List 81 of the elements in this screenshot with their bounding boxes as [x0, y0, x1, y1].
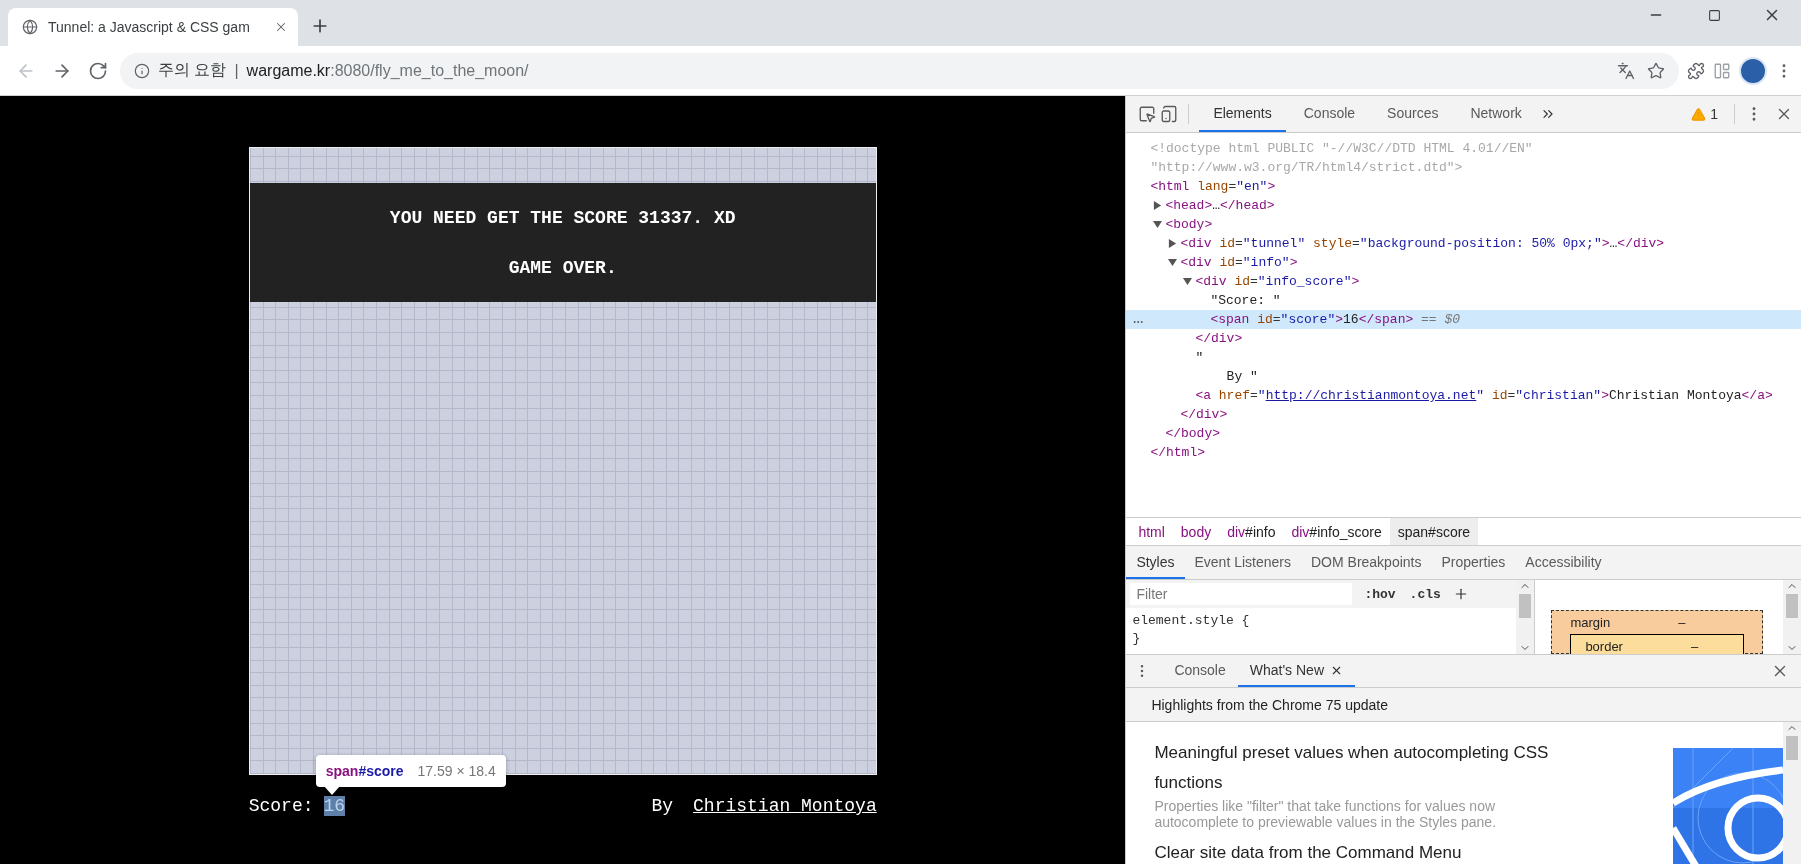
box-value: – [1678, 615, 1686, 630]
filter-field[interactable]: Filter [1130, 583, 1353, 605]
style-rule: element.style { [1132, 612, 1251, 630]
url-link[interactable]: http://christianmontoya.net [1265, 388, 1477, 403]
drawer-tab[interactable]: Console [1162, 655, 1238, 687]
code-text: <div id="tunnel" style="background-position: 50% 0px;">…</div> [1180, 236, 1665, 251]
scrollbar[interactable] [1516, 580, 1535, 654]
security-warning[interactable]: 주의 요함 [158, 60, 227, 81]
article-title[interactable]: Clear site data from the Command Menu [1154, 838, 1575, 864]
code-text: <a href=" [1195, 388, 1266, 403]
article-description: Properties like "filter" that take functions for values now autocomplete to previewable values in the Styles pane. [1154, 798, 1498, 830]
game-message: YOU NEED GET THE SCORE 31337. XD [389, 207, 736, 228]
code-text: <html lang="en"> [1150, 179, 1276, 194]
code-text: <body> [1165, 217, 1213, 232]
whats-new-heading: Highlights from the Chrome 75 update [1126, 688, 1801, 722]
maximize-icon[interactable] [1707, 8, 1721, 22]
styles-tab[interactable]: DOM Breakpoints [1301, 546, 1432, 579]
style-rule: } [1132, 630, 1142, 648]
triangle-icon[interactable] [1153, 220, 1163, 229]
scrollbar[interactable] [1783, 722, 1801, 864]
score-label: Score: [248, 796, 314, 816]
breadcrumb[interactable]: div#info [1219, 518, 1284, 545]
code-text: </body> [1165, 426, 1220, 441]
breadcrumb[interactable]: html [1130, 518, 1173, 545]
game-message: GAME OVER. [508, 257, 617, 278]
devtools-tab[interactable]: Sources [1373, 96, 1453, 132]
author-link[interactable]: Christian Montoya [693, 796, 877, 816]
triangle-icon[interactable] [1153, 201, 1163, 210]
browser-tab[interactable]: Tunnel: a Javascript & CSS gam [8, 8, 298, 46]
globe-icon [22, 19, 38, 35]
score-value: 16 [323, 796, 346, 816]
devtools-tab[interactable]: Console [1289, 96, 1370, 132]
device-icon[interactable] [1160, 105, 1179, 123]
code-text: </div> [1195, 331, 1243, 346]
url-text: wargame.kr:8080/fly_me_to_the_moon/ [246, 61, 529, 80]
puzzle-icon[interactable] [1687, 61, 1705, 80]
box-value: – [1690, 639, 1699, 654]
bookmark-star-icon[interactable] [1647, 61, 1665, 80]
box-label: margin [1570, 615, 1611, 630]
code-text: By " [1225, 369, 1258, 384]
tooltip-arrow-icon [323, 786, 340, 795]
warnings-button[interactable]: 1 [1685, 105, 1724, 123]
code-text: <div id="info_score"> [1195, 274, 1360, 289]
code-text: "Score: " [1210, 293, 1281, 308]
devtools-tab[interactable]: Elements [1199, 96, 1286, 132]
box-label: border [1585, 639, 1623, 654]
tab-title: Tunnel: a Javascript & CSS gam [48, 19, 251, 35]
profile-avatar[interactable] [1739, 56, 1767, 85]
styles-tab[interactable]: Event Listeners [1184, 546, 1301, 579]
breadcrumb[interactable]: body [1172, 518, 1220, 545]
code-text: </html> [1150, 445, 1205, 460]
styles-tab[interactable]: Accessibility [1515, 546, 1612, 579]
code-text: <div id="info"> [1180, 255, 1298, 270]
article-title[interactable]: Meaningful preset values when autocompleting CSS functions [1154, 738, 1575, 798]
translate-icon[interactable] [1617, 61, 1635, 80]
address-bar[interactable]: 주의 요함 | wargame.kr:8080/fly_me_to_the_moon/ [120, 52, 1679, 89]
style-toggle-button[interactable]: :hov [1362, 584, 1398, 604]
devtools-tab[interactable]: Network [1456, 96, 1536, 132]
code-text: " [1195, 350, 1204, 365]
byline-text: By [651, 796, 674, 816]
code-text: " id="christian">Christian Montoya</a> [1476, 388, 1773, 403]
scroll-thumb[interactable] [1786, 736, 1798, 760]
triangle-icon[interactable] [1168, 239, 1178, 248]
separator: | [234, 61, 239, 80]
code-text: </div> [1180, 407, 1228, 422]
inspect-icon[interactable] [1138, 105, 1157, 123]
triangle-icon[interactable] [1168, 258, 1178, 267]
triangle-icon[interactable] [1183, 277, 1193, 286]
scroll-thumb[interactable] [1786, 594, 1798, 618]
code-text: <head>…</head> [1165, 198, 1275, 213]
doctype-line: "http://www.w3.org/TR/html4/strict.dtd"> [1150, 160, 1463, 175]
info-icon[interactable] [134, 62, 150, 79]
breadcrumb[interactable]: span#score [1389, 518, 1479, 545]
style-toggle-button[interactable]: .cls [1407, 584, 1443, 604]
layout-icon[interactable] [1713, 61, 1731, 80]
scroll-thumb[interactable] [1519, 594, 1532, 618]
breadcrumb[interactable]: div#info_score [1283, 518, 1390, 545]
styles-tab[interactable]: Properties [1431, 546, 1516, 579]
code-text: <span id="score">16</span> == $0 [1210, 312, 1461, 327]
scrollbar[interactable] [1783, 580, 1801, 654]
doctype-line: <!doctype html PUBLIC "-//W3C//DTD HTML 4.01//EN" [1150, 141, 1533, 156]
